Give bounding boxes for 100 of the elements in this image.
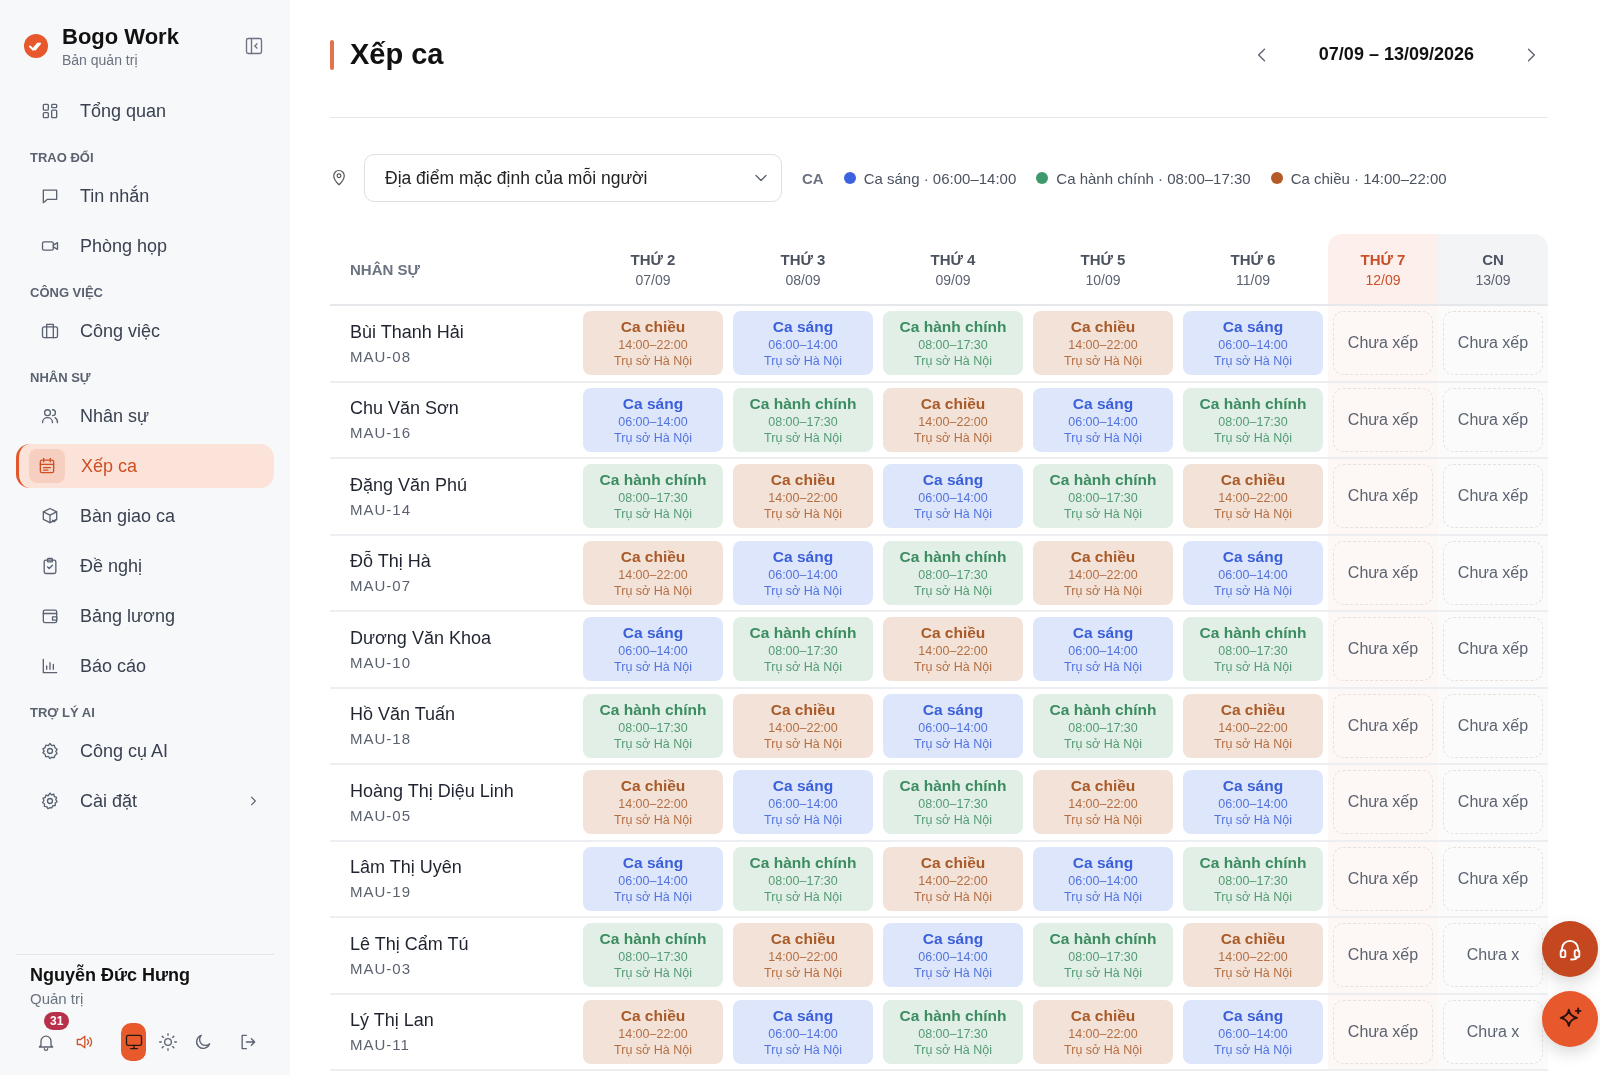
shift-card[interactable]: Ca hành chính 08:00–17:30 Trụ sở Hà Nội: [883, 770, 1023, 835]
nav-item[interactable]: Xếp ca: [16, 444, 274, 488]
shift-card[interactable]: Ca chiều 14:00–22:00 Trụ sở Hà Nội: [883, 617, 1023, 682]
shift-card[interactable]: Ca chiều 14:00–22:00 Trụ sở Hà Nội: [583, 999, 723, 1064]
shift-card[interactable]: Ca sáng 06:00–14:00 Trụ sở Hà Nội: [733, 770, 873, 835]
nav-item[interactable]: Bảng lương: [16, 594, 274, 638]
shift-card[interactable]: Ca chiều 14:00–22:00 Trụ sở Hà Nội: [1033, 311, 1173, 376]
support-button[interactable]: [1542, 921, 1598, 977]
theme-button[interactable]: [121, 1023, 146, 1061]
shift-card[interactable]: Ca sáng 06:00–14:00 Trụ sở Hà Nội: [733, 311, 873, 376]
unassigned-slot[interactable]: Chưa xếp: [1443, 693, 1543, 758]
unassigned-slot[interactable]: Chưa xếp: [1333, 387, 1433, 452]
unassigned-slot[interactable]: Chưa xếp: [1443, 540, 1543, 605]
ai-assistant-button[interactable]: [1542, 991, 1598, 1047]
shift-card[interactable]: Ca sáng 06:00–14:00 Trụ sở Hà Nội: [883, 693, 1023, 758]
legend-label: CA: [802, 169, 824, 187]
shift-card[interactable]: Ca hành chính 08:00–17:30 Trụ sở Hà Nội: [583, 923, 723, 988]
shift-card[interactable]: Ca chiều 14:00–22:00 Trụ sở Hà Nội: [733, 693, 873, 758]
nav-section-label: TRAO ĐỔI: [29, 150, 95, 165]
employee-name: Đặng Văn Phú: [350, 474, 468, 496]
day-header: THỨ 5 10/09: [1028, 234, 1178, 306]
unassigned-slot[interactable]: Chưa xếp: [1443, 464, 1543, 529]
shift-card[interactable]: Ca hành chính 08:00–17:30 Trụ sở Hà Nội: [583, 693, 723, 758]
shift-card[interactable]: Ca hành chính 08:00–17:30 Trụ sở Hà Nội: [1183, 846, 1323, 911]
location-dropdown[interactable]: Địa điểm mặc định của mỗi người: [364, 154, 782, 202]
nav-item[interactable]: Đề nghị: [16, 544, 274, 588]
shift-card[interactable]: Ca sáng 06:00–14:00 Trụ sở Hà Nội: [733, 999, 873, 1064]
shift-card[interactable]: Ca sáng 06:00–14:00 Trụ sở Hà Nội: [883, 464, 1023, 529]
shift-card[interactable]: Ca chiều 14:00–22:00 Trụ sở Hà Nội: [733, 464, 873, 529]
unassigned-slot[interactable]: Chưa xếp: [1443, 846, 1543, 911]
shift-card[interactable]: Ca sáng 06:00–14:00 Trụ sở Hà Nội: [583, 617, 723, 682]
nav-section-label: TRỢ LÝ AI: [29, 705, 96, 720]
employee-name: Lý Thị Lan: [350, 1010, 434, 1032]
nav-item[interactable]: Bàn giao ca: [16, 494, 274, 538]
shift-card[interactable]: Ca chiều 14:00–22:00 Trụ sở Hà Nội: [583, 770, 723, 835]
shift-card[interactable]: Ca sáng 06:00–14:00 Trụ sở Hà Nội: [583, 387, 723, 452]
shift-card[interactable]: Ca sáng 06:00–14:00 Trụ sở Hà Nội: [583, 846, 723, 911]
nav-item[interactable]: Nhân sự: [16, 394, 274, 438]
shift-card[interactable]: Ca chiều 14:00–22:00 Trụ sở Hà Nội: [583, 311, 723, 376]
collapse-sidebar-icon[interactable]: [244, 36, 264, 56]
shift-card[interactable]: Ca chiều 14:00–22:00 Trụ sở Hà Nội: [883, 387, 1023, 452]
employee-code: MAU-10: [350, 653, 411, 671]
unassigned-slot[interactable]: Chưa xếp: [1333, 846, 1433, 911]
shift-card[interactable]: Ca chiều 14:00–22:00 Trụ sở Hà Nội: [1183, 464, 1323, 529]
nav-item[interactable]: Công việc: [16, 309, 274, 353]
shift-card[interactable]: Ca hành chính 08:00–17:30 Trụ sở Hà Nội: [1033, 923, 1173, 988]
shift-card[interactable]: Ca sáng 06:00–14:00 Trụ sở Hà Nội: [1033, 846, 1173, 911]
shift-card[interactable]: Ca chiều 14:00–22:00 Trụ sở Hà Nội: [1033, 999, 1173, 1064]
shift-card[interactable]: Ca chiều 14:00–22:00 Trụ sở Hà Nội: [1183, 693, 1323, 758]
shift-card[interactable]: Ca hành chính 08:00–17:30 Trụ sở Hà Nội: [583, 464, 723, 529]
shift-card[interactable]: Ca chiều 14:00–22:00 Trụ sở Hà Nội: [1033, 770, 1173, 835]
employee-name: Bùi Thanh Hải: [350, 321, 464, 343]
shift-card[interactable]: Ca sáng 06:00–14:00 Trụ sở Hà Nội: [733, 540, 873, 605]
shift-card[interactable]: Ca chiều 14:00–22:00 Trụ sở Hà Nội: [583, 540, 723, 605]
user-role: Quản trị: [30, 990, 85, 1007]
unassigned-slot[interactable]: Chưa xếp: [1443, 770, 1543, 835]
unassigned-slot[interactable]: Chưa xếp: [1333, 693, 1433, 758]
shift-card[interactable]: Ca hành chính 08:00–17:30 Trụ sở Hà Nội: [1183, 387, 1323, 452]
unassigned-slot[interactable]: Chưa xếp: [1443, 387, 1543, 452]
nav-section-label: CÔNG VIỆC: [29, 285, 104, 300]
nav-item[interactable]: Phòng họp: [16, 224, 274, 268]
shift-card[interactable]: Ca hành chính 08:00–17:30 Trụ sở Hà Nội: [1033, 464, 1173, 529]
shift-card[interactable]: Ca sáng 06:00–14:00 Trụ sở Hà Nội: [883, 923, 1023, 988]
shift-card[interactable]: Ca chiều 14:00–22:00 Trụ sở Hà Nội: [733, 923, 873, 988]
unassigned-slot[interactable]: Chưa xếp: [1333, 770, 1433, 835]
shift-card[interactable]: Ca hành chính 08:00–17:30 Trụ sở Hà Nội: [1033, 693, 1173, 758]
shift-card[interactable]: Ca chiều 14:00–22:00 Trụ sở Hà Nội: [1183, 923, 1323, 988]
shift-card[interactable]: Ca hành chính 08:00–17:30 Trụ sở Hà Nội: [883, 311, 1023, 376]
shift-card[interactable]: Ca chiều 14:00–22:00 Trụ sở Hà Nội: [1033, 540, 1173, 605]
shift-card[interactable]: Ca sáng 06:00–14:00 Trụ sở Hà Nội: [1183, 770, 1323, 835]
shift-card[interactable]: Ca hành chính 08:00–17:30 Trụ sở Hà Nội: [883, 540, 1023, 605]
shift-card[interactable]: Ca hành chính 08:00–17:30 Trụ sở Hà Nội: [733, 846, 873, 911]
unassigned-slot[interactable]: Chưa xếp: [1333, 617, 1433, 682]
shift-card[interactable]: Ca sáng 06:00–14:00 Trụ sở Hà Nội: [1183, 540, 1323, 605]
unassigned-slot[interactable]: Chưa xếp: [1443, 617, 1543, 682]
unassigned-slot[interactable]: Chưa xếp: [1333, 311, 1433, 376]
calendar-icon: [37, 456, 57, 476]
unassigned-slot[interactable]: Chưa xếp: [1333, 464, 1433, 529]
employee-code: MAU-08: [350, 347, 411, 365]
employee-code: MAU-14: [350, 500, 411, 518]
shift-card[interactable]: Ca hành chính 08:00–17:30 Trụ sở Hà Nội: [733, 387, 873, 452]
shift-card[interactable]: Ca chiều 14:00–22:00 Trụ sở Hà Nội: [883, 846, 1023, 911]
shift-card[interactable]: Ca hành chính 08:00–17:30 Trụ sở Hà Nội: [733, 617, 873, 682]
nav-item[interactable]: Tin nhắn: [16, 174, 274, 218]
nav-item[interactable]: Báo cáo: [16, 644, 274, 688]
shift-card[interactable]: Ca hành chính 08:00–17:30 Trụ sở Hà Nội: [883, 999, 1023, 1064]
employee-code: MAU-16: [350, 424, 411, 442]
unassigned-slot[interactable]: Chưa xếp: [1333, 540, 1433, 605]
nav-item[interactable]: Cài đặt: [16, 779, 274, 823]
shift-card[interactable]: Ca hành chính 08:00–17:30 Trụ sở Hà Nội: [1183, 617, 1323, 682]
unassigned-slot[interactable]: Chưa xếp: [1443, 311, 1543, 376]
nav-item[interactable]: Tổng quan: [16, 89, 274, 133]
shift-card[interactable]: Ca sáng 06:00–14:00 Trụ sở Hà Nội: [1183, 999, 1323, 1064]
shift-card[interactable]: Ca sáng 06:00–14:00 Trụ sở Hà Nội: [1033, 617, 1173, 682]
shift-card[interactable]: Ca sáng 06:00–14:00 Trụ sở Hà Nội: [1183, 311, 1323, 376]
unassigned-slot[interactable]: Chưa xếp: [1333, 999, 1433, 1064]
nav-item[interactable]: Công cụ AI: [16, 729, 274, 773]
unassigned-slot[interactable]: Chưa xếp: [1333, 923, 1433, 988]
shift-card[interactable]: Ca sáng 06:00–14:00 Trụ sở Hà Nội: [1033, 387, 1173, 452]
week-range: 07/09 – 13/09/2026: [1318, 44, 1474, 65]
